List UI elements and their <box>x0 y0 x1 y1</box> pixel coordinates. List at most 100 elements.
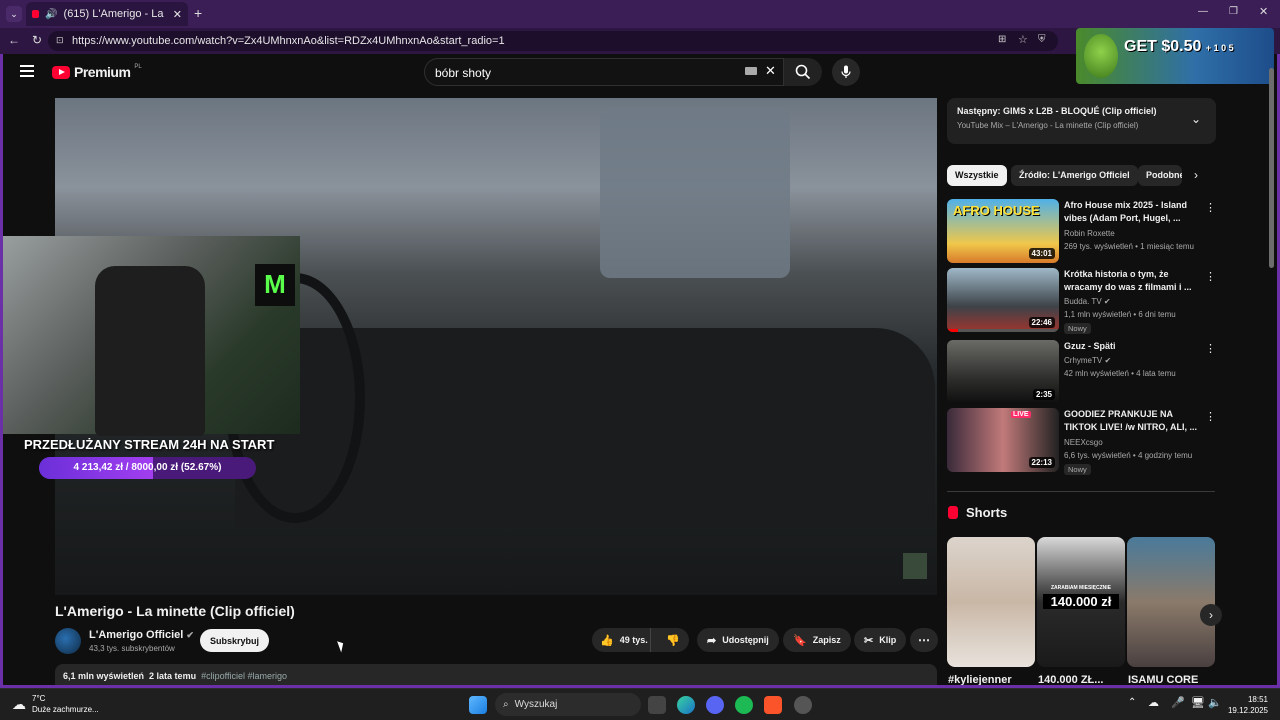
shorts-next-button[interactable]: › <box>1200 604 1222 626</box>
share-button[interactable]: ➦ Udostępnij <box>697 628 779 652</box>
tab-youtube[interactable]: 🔊 (615) L'Amerigo - La minette ( ✕ <box>26 2 188 26</box>
description-box[interactable]: 6,1 mln wyświetleń 2 lata temu #clipoffi… <box>55 664 937 690</box>
short-title[interactable]: ISAMU CORE <box>1128 674 1198 686</box>
edge-icon[interactable] <box>677 696 695 714</box>
upload-age: 2 lata temu <box>149 671 197 681</box>
video-thumbnail[interactable]: AFRO HOUSE 43:01 <box>947 199 1059 263</box>
thumbnail-text: LIVE <box>1011 411 1031 418</box>
monster-logo-icon: M <box>255 264 295 306</box>
short-overlay-text: 140.000 zł <box>1043 594 1119 609</box>
network-icon[interactable]: 🖥 <box>1191 696 1205 709</box>
volume-icon[interactable]: 🔈 <box>1208 696 1222 709</box>
up-next-box[interactable]: Następny: GIMS x L2B - BLOQUÉ (Clip offi… <box>947 98 1216 144</box>
hashtags[interactable]: #clipofficiel #lamerigo <box>201 671 287 681</box>
view-count: 6,1 mln wyświetleń <box>63 671 145 681</box>
duration-badge: 43:01 <box>1028 248 1055 259</box>
list-item[interactable]: LIVE 22:13 GOODIEZ PRANKUJE NA TIKTOK LI… <box>947 408 1216 475</box>
ad-banner[interactable]: GET $0.50 + 1 0 5 <box>1076 28 1274 84</box>
like-button[interactable]: 👍 49 tys. <box>592 628 651 652</box>
search-icon <box>795 64 811 80</box>
browser-tab-bar: ⌄ 🔊 (615) L'Amerigo - La minette ( ✕ + —… <box>0 0 1280 28</box>
voice-search-button[interactable] <box>832 58 860 86</box>
video-thumbnail[interactable]: 22:46 <box>947 268 1059 332</box>
channel-avatar[interactable] <box>55 628 81 654</box>
duration-badge: 22:13 <box>1028 457 1055 468</box>
list-item[interactable]: 2:35 Gzuz - Späti CrhymeTV ✔ 42 mln wyśw… <box>947 340 1216 404</box>
dislike-button[interactable]: 👎 <box>657 628 689 652</box>
video-thumbnail[interactable]: LIVE 22:13 <box>947 408 1059 472</box>
miniplayer-thumb[interactable] <box>903 553 927 579</box>
short-card[interactable] <box>1127 537 1215 667</box>
more-vertical-icon[interactable]: ⋮ <box>1205 342 1216 355</box>
bookmark-star-icon[interactable]: ☆ <box>1018 33 1028 46</box>
list-item[interactable]: AFRO HOUSE 43:01 Afro House mix 2025 - I… <box>947 199 1216 263</box>
chevron-down-icon[interactable]: ⌄ <box>1191 112 1201 126</box>
channel-name[interactable]: L'Amerigo Officiel ✔ <box>89 629 194 641</box>
short-card[interactable] <box>947 537 1035 667</box>
cloud-icon: ☁ <box>12 695 26 712</box>
chevron-right-icon[interactable]: › <box>1194 168 1198 182</box>
up-next-title: Następny: GIMS x L2B - BLOQUÉ (Clip offi… <box>957 106 1157 116</box>
tray-chevron-icon[interactable]: ⌃ <box>1128 697 1136 708</box>
back-icon[interactable]: ← <box>8 33 20 47</box>
search-button[interactable] <box>784 58 822 86</box>
taskbar-search[interactable]: ⌕ Wyszukaj <box>495 693 641 716</box>
more-vertical-icon[interactable]: ⋮ <box>1205 201 1216 214</box>
video-title: L'Amerigo - La minette (Clip officiel) <box>55 603 295 619</box>
clip-button[interactable]: ✂ Klip <box>854 628 907 652</box>
short-card[interactable]: ZARABIAM MIESIĘCZNIE 140.000 zł <box>1037 537 1125 667</box>
more-vertical-icon[interactable]: ⋮ <box>1205 270 1216 283</box>
thumbnail-text: AFRO HOUSE <box>953 203 1040 218</box>
chip-source[interactable]: Źródło: L'Amerigo Officiel <box>1011 165 1138 186</box>
short-title[interactable]: 140.000 ZŁ... <box>1038 674 1103 686</box>
donation-goal-text: 4 213,42 zł / 8000,00 zł (52.67%) <box>73 462 222 473</box>
site-info-icon[interactable]: ⊡ <box>56 35 64 46</box>
page-scrollbar[interactable] <box>1269 68 1274 268</box>
rec-channel: NEEXcsgo <box>1064 438 1103 447</box>
save-button[interactable]: 🔖 Zapisz <box>783 628 851 652</box>
windows-taskbar: ☁ 7°C Duże zachmurze... ⌕ Wyszukaj ⌃ ☁ 🎤… <box>0 688 1280 720</box>
clear-search-icon[interactable]: ✕ <box>765 63 776 79</box>
short-title[interactable]: #kyliejenner <box>948 674 1012 686</box>
more-horizontal-icon: ⋯ <box>918 633 930 647</box>
chip-all[interactable]: Wszystkie <box>947 165 1007 186</box>
new-badge: Nowy <box>1064 323 1091 334</box>
rec-title: Krótka historia o tym, że wracamy do was… <box>1064 269 1192 292</box>
subscribe-button[interactable]: Subskrybuj <box>200 629 269 652</box>
settings-gear-icon[interactable] <box>794 696 812 714</box>
search-input[interactable]: bóbr shoty ✕ <box>424 58 784 86</box>
spotify-icon[interactable] <box>735 696 753 714</box>
discord-icon[interactable] <box>706 696 724 714</box>
new-tab-icon[interactable]: + <box>194 5 202 21</box>
windows-start-icon[interactable] <box>469 696 487 714</box>
mic-tray-icon[interactable]: 🎤 <box>1171 696 1185 709</box>
onedrive-icon[interactable]: ☁ <box>1148 696 1159 709</box>
more-vertical-icon[interactable]: ⋮ <box>1205 410 1216 423</box>
reader-mode-icon[interactable]: ⊞ <box>998 34 1006 45</box>
chip-similar[interactable]: Podobne <box>1138 165 1182 186</box>
taskbar-search-label: Wyszukaj <box>514 699 558 710</box>
close-tab-icon[interactable]: ✕ <box>173 8 182 21</box>
brave-icon[interactable] <box>764 696 782 714</box>
system-clock[interactable]: 18:51 19.12.2025 <box>1228 694 1268 716</box>
restore-icon[interactable]: ❐ <box>1229 6 1238 17</box>
hamburger-menu-icon[interactable] <box>20 65 34 77</box>
more-actions-button[interactable]: ⋯ <box>910 628 938 652</box>
weather-widget[interactable]: ☁ 7°C Duże zachmurze... <box>12 693 99 715</box>
youtube-logo[interactable]: Premium PL <box>52 64 142 80</box>
mouse-cursor <box>337 639 346 653</box>
url-field[interactable]: ⊡ https://www.youtube.com/watch?v=Zx4UMh… <box>48 31 1058 51</box>
speaker-icon[interactable]: 🔊 <box>45 9 57 20</box>
verified-icon: ✔ <box>1104 356 1112 365</box>
reload-icon[interactable]: ↻ <box>32 33 42 47</box>
video-thumbnail[interactable]: 2:35 <box>947 340 1059 404</box>
minimize-icon[interactable]: — <box>1198 6 1208 17</box>
rec-title: GOODIEZ PRANKUJE NA TIKTOK LIVE! /w NITR… <box>1064 409 1198 432</box>
task-view-icon[interactable] <box>648 696 666 714</box>
close-window-icon[interactable]: ✕ <box>1259 5 1268 18</box>
extension-icon[interactable]: ⛨ <box>1038 34 1046 45</box>
list-item[interactable]: 22:46 Krótka historia o tym, że wracamy … <box>947 268 1216 334</box>
microphone-icon <box>841 65 851 78</box>
tab-list-dropdown-icon[interactable]: ⌄ <box>6 6 22 22</box>
keyboard-icon[interactable] <box>745 67 757 75</box>
